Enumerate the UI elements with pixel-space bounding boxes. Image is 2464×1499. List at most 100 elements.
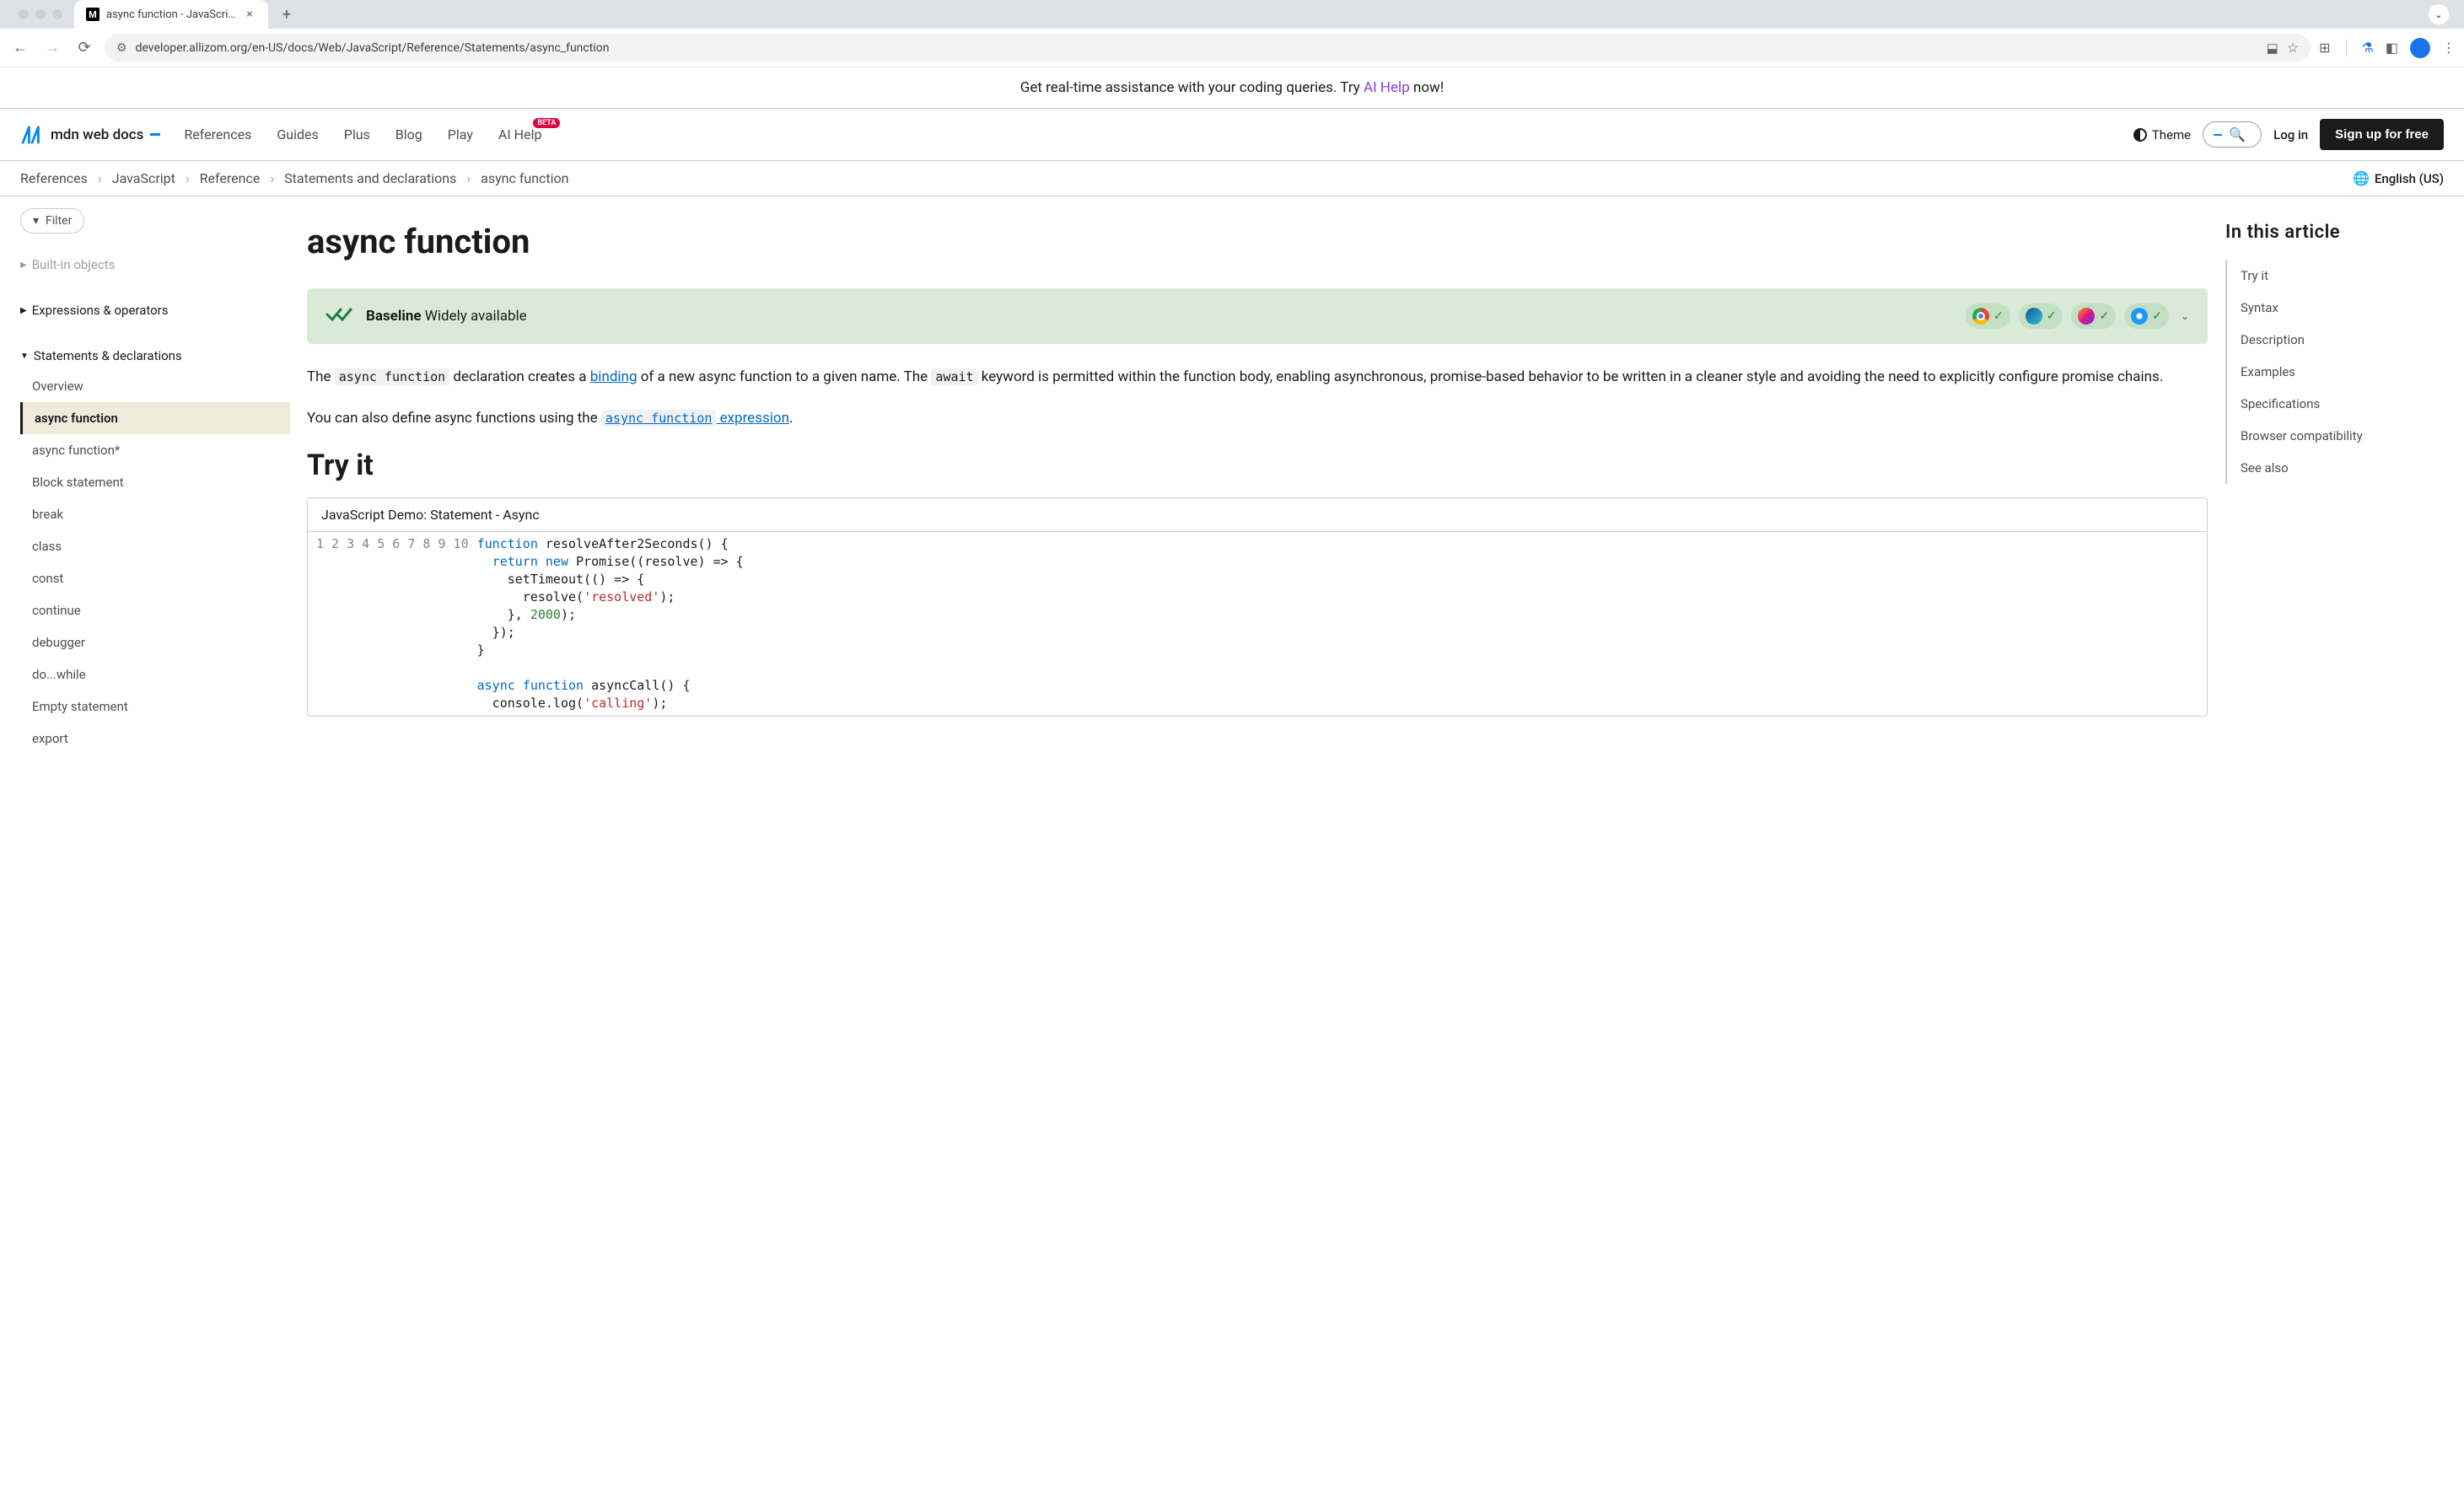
sidebar-item[interactable]: async function* xyxy=(20,434,290,466)
edge-badge: ✓ xyxy=(2019,304,2063,329)
sidebar-item[interactable]: const xyxy=(20,562,290,594)
top-nav: References Guides Plus Blog Play AI Help… xyxy=(184,126,541,142)
sidebar-item[interactable]: debugger xyxy=(20,626,290,658)
toc-item[interactable]: Specifications xyxy=(2227,388,2444,420)
sidebar-item[interactable]: Empty statement xyxy=(20,690,290,723)
code-link: async function xyxy=(601,410,716,427)
profile-avatar[interactable] xyxy=(2410,38,2430,58)
sidebar-item[interactable]: async function xyxy=(20,402,290,434)
sidebar-item[interactable]: export xyxy=(20,723,290,755)
globe-icon: 🌐 xyxy=(2353,170,2370,186)
breadcrumb-item[interactable]: async function xyxy=(481,170,568,186)
extensions-icon[interactable]: ⊞ xyxy=(2319,40,2330,56)
language-label: English (US) xyxy=(2375,171,2444,186)
back-button[interactable]: ← xyxy=(8,36,32,60)
filter-label: Filter xyxy=(46,214,72,228)
tab-close-icon[interactable]: × xyxy=(243,8,256,21)
labs-icon[interactable]: ⚗ xyxy=(2362,40,2374,56)
page-title: async function xyxy=(307,222,2208,261)
nav-references[interactable]: References xyxy=(184,126,251,142)
reload-button[interactable]: ⟳ xyxy=(73,36,96,60)
baseline-box: Baseline Widely available ✓ ✓ ✓ ✓ ⌄ xyxy=(307,288,2208,344)
promo-text-after: now! xyxy=(1410,79,1444,96)
baseline-expand-icon[interactable]: ⌄ xyxy=(2181,310,2189,322)
intro-paragraph-1: The async function declaration creates a… xyxy=(307,366,2208,389)
new-tab-button[interactable]: + xyxy=(275,3,299,26)
header-right: Theme 🔍 Log in Sign up for free xyxy=(2133,119,2444,150)
toc-item[interactable]: Try it xyxy=(2227,260,2444,292)
text: keyword is permitted within the function… xyxy=(978,368,2164,385)
nav-ai-help[interactable]: AI Help BETA xyxy=(498,126,542,142)
side-panel-icon[interactable]: ◧ xyxy=(2386,40,2398,56)
theme-label: Theme xyxy=(2152,127,2191,142)
sidebar-item[interactable]: do...while xyxy=(20,658,290,690)
sidebar-item[interactable]: class xyxy=(20,530,290,562)
baseline-check-icon xyxy=(325,305,354,327)
site-settings-icon[interactable]: ⚙ xyxy=(116,41,127,55)
code-editor[interactable]: 1 2 3 4 5 6 7 8 9 10 function resolveAft… xyxy=(308,532,2207,716)
link-async-function-expression[interactable]: async function expression xyxy=(601,410,789,427)
check-icon: ✓ xyxy=(1993,309,2004,323)
baseline-rest: Widely available xyxy=(422,308,527,325)
toc-item[interactable]: Browser compatibility xyxy=(2227,420,2444,452)
sidebar-section-statements[interactable]: ▼ Statements & declarations xyxy=(20,341,290,370)
sidebar-section-builtin[interactable]: ▶ Built-in objects xyxy=(20,250,290,279)
forward-button[interactable]: → xyxy=(40,36,64,60)
mdn-header: mdn web docs References Guides Plus Blog… xyxy=(0,109,2464,161)
sidebar-list: Overviewasync functionasync function*Blo… xyxy=(20,370,290,755)
filter-input[interactable]: ▾ Filter xyxy=(20,208,84,234)
breadcrumb-item[interactable]: Statements and declarations xyxy=(284,170,456,186)
sidebar-item[interactable]: Block statement xyxy=(20,466,290,498)
address-bar[interactable]: ⚙ developer.allizom.org/en-US/docs/Web/J… xyxy=(105,34,2311,62)
sidebar-section-expressions[interactable]: ▶ Expressions & operators xyxy=(20,296,290,325)
traffic-lights xyxy=(7,1,74,28)
filter-icon: ▾ xyxy=(33,214,39,228)
check-icon: ✓ xyxy=(2099,309,2109,323)
toc-item[interactable]: Examples xyxy=(2227,356,2444,388)
traffic-light-minimize[interactable] xyxy=(35,9,46,19)
traffic-light-close[interactable] xyxy=(19,9,29,19)
mdn-logo[interactable]: mdn web docs xyxy=(20,126,160,144)
triangle-right-icon: ▶ xyxy=(20,261,27,270)
nav-play[interactable]: Play xyxy=(448,126,473,142)
tabs-dropdown-button[interactable]: ⌄ xyxy=(2429,4,2449,24)
sidebar-builtin-label: Built-in objects xyxy=(32,257,116,272)
traffic-light-zoom[interactable] xyxy=(52,9,62,19)
safari-icon xyxy=(2131,308,2148,325)
chrome-icon xyxy=(1972,308,1989,325)
promo-link[interactable]: AI Help xyxy=(1364,79,1410,96)
divider xyxy=(2346,40,2347,56)
sidebar-item[interactable]: Overview xyxy=(20,370,290,402)
logo-cursor-icon xyxy=(150,133,160,136)
search-button[interactable]: 🔍 xyxy=(2203,121,2262,148)
nav-guides[interactable]: Guides xyxy=(277,126,318,142)
login-link[interactable]: Log in xyxy=(2273,127,2308,142)
chevron-right-icon: › xyxy=(186,170,190,186)
nav-blog[interactable]: Blog xyxy=(395,126,422,142)
link-binding[interactable]: binding xyxy=(590,368,638,385)
tryit-heading: Try it xyxy=(307,449,2208,482)
breadcrumb-item[interactable]: Reference xyxy=(200,170,261,186)
breadcrumb-item[interactable]: JavaScript xyxy=(112,170,175,186)
language-switcher[interactable]: 🌐 English (US) xyxy=(2353,170,2444,186)
install-app-icon[interactable]: ⬓ xyxy=(2267,40,2278,56)
sidebar-item[interactable]: break xyxy=(20,498,290,530)
toc-item[interactable]: See also xyxy=(2227,452,2444,484)
chrome-menu-icon[interactable]: ⋮ xyxy=(2442,40,2456,56)
code-await: await xyxy=(931,368,977,385)
text: You can also define async functions usin… xyxy=(307,410,601,427)
toc-item[interactable]: Description xyxy=(2227,324,2444,356)
nav-plus[interactable]: Plus xyxy=(344,126,370,142)
demo-header: JavaScript Demo: Statement - Async xyxy=(308,498,2207,532)
browser-toolbar: ← → ⟳ ⚙ developer.allizom.org/en-US/docs… xyxy=(0,29,2464,67)
signup-button[interactable]: Sign up for free xyxy=(2320,119,2444,150)
firefox-badge: ✓ xyxy=(2071,304,2116,329)
browser-tab[interactable]: M async function - JavaScript | × xyxy=(74,0,268,29)
theme-button[interactable]: Theme xyxy=(2133,127,2191,142)
line-numbers: 1 2 3 4 5 6 7 8 9 10 xyxy=(308,535,477,712)
sidebar-item[interactable]: continue xyxy=(20,594,290,626)
breadcrumb-item[interactable]: References xyxy=(20,170,88,186)
toc-item[interactable]: Syntax xyxy=(2227,292,2444,324)
bookmark-star-icon[interactable]: ☆ xyxy=(2287,40,2299,56)
baseline-bold: Baseline xyxy=(366,308,422,325)
